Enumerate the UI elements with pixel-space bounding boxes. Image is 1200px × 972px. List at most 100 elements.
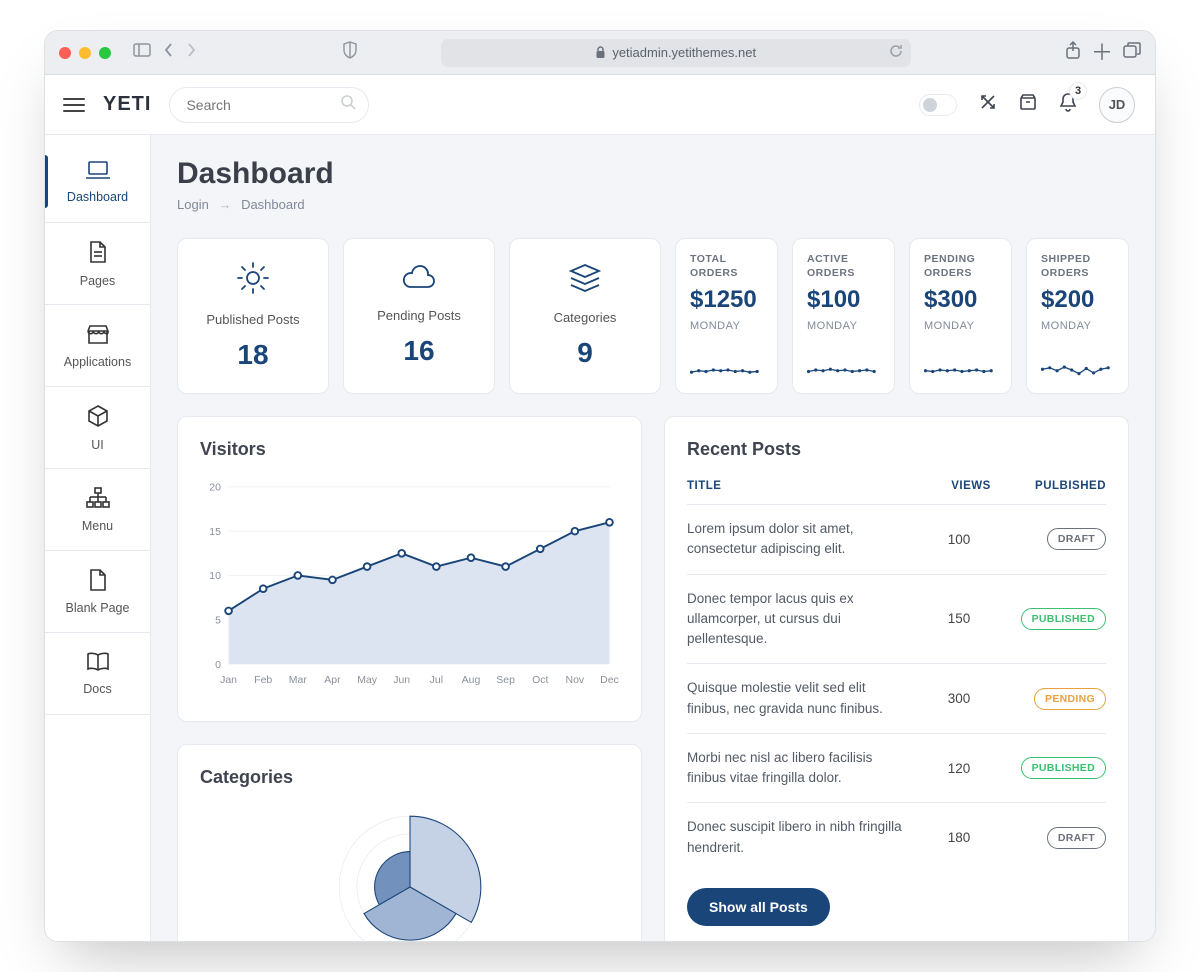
archive-icon[interactable] [1019, 93, 1037, 116]
notifications-count: 3 [1069, 82, 1087, 100]
stat-value: $100 [807, 286, 880, 314]
post-views: 180 [924, 830, 994, 845]
col-views: VIEWS [936, 480, 1006, 492]
stat-pending-orders[interactable]: PENDING ORDERS $300 MONDAY [909, 238, 1012, 394]
sidebar-item-blank-page[interactable]: Blank Page [45, 551, 150, 633]
visitors-chart: 05101520JanFebMarAprMayJunJulAugSepOctNo… [200, 474, 619, 694]
avatar[interactable]: JD [1099, 87, 1135, 123]
stat-label: TOTAL ORDERS [690, 253, 763, 280]
sidebar-item-label: Dashboard [67, 190, 128, 204]
sidebar-item-applications[interactable]: Applications [45, 305, 150, 387]
crumb-current: Dashboard [241, 197, 305, 212]
close-window-button[interactable] [59, 47, 71, 59]
theme-toggle[interactable] [919, 94, 957, 116]
stat-label: Pending Posts [377, 308, 461, 323]
table-row[interactable]: Donec tempor lacus quis ex ullamcorper, … [687, 574, 1106, 664]
svg-text:20: 20 [209, 483, 221, 494]
chevron-right-icon: → [218, 197, 231, 212]
stat-pending-posts[interactable]: Pending Posts 16 [343, 238, 495, 394]
svg-text:Aug: Aug [462, 675, 481, 686]
notifications-button[interactable]: 3 [1059, 92, 1077, 117]
stat-label: SHIPPED ORDERS [1041, 253, 1114, 280]
svg-text:Mar: Mar [289, 675, 308, 686]
sidebar-item-dashboard[interactable]: Dashboard [45, 141, 150, 223]
sidebar-item-label: UI [91, 438, 104, 452]
post-status: PENDING [1006, 688, 1106, 710]
stat-shipped-orders[interactable]: SHIPPED ORDERS $200 MONDAY [1026, 238, 1129, 394]
topbar-actions: 3 JD [919, 87, 1135, 123]
shield-icon[interactable] [342, 41, 358, 64]
stat-day: MONDAY [924, 320, 997, 332]
minimize-window-button[interactable] [79, 47, 91, 59]
stat-label: Categories [554, 310, 617, 325]
sidebar-item-pages[interactable]: Pages [45, 223, 150, 305]
fullscreen-icon[interactable] [979, 93, 997, 116]
panel-title: Visitors [200, 439, 619, 460]
sidebar-item-label: Applications [64, 355, 131, 369]
sidebar-item-label: Blank Page [66, 601, 130, 615]
stat-total-orders[interactable]: TOTAL ORDERS $1250 MONDAY [675, 238, 778, 394]
new-tab-icon[interactable]: ＋ [1091, 42, 1113, 64]
back-button[interactable] [163, 42, 175, 63]
stat-label: PENDING ORDERS [924, 253, 997, 280]
laptop-icon [85, 160, 111, 180]
hamburger-button[interactable] [63, 98, 85, 112]
refresh-icon[interactable] [889, 44, 903, 61]
svg-text:May: May [357, 675, 378, 686]
post-views: 120 [924, 761, 994, 776]
search-field[interactable] [169, 87, 369, 123]
browser-chrome: yetiadmin.yetithemes.net ＋ [45, 31, 1155, 75]
post-status: PUBLISHED [1006, 757, 1106, 779]
post-views: 150 [924, 611, 994, 626]
forward-button[interactable] [185, 42, 197, 63]
sidebar-item-menu[interactable]: Menu [45, 469, 150, 551]
share-icon[interactable] [1065, 41, 1081, 64]
stat-published-posts[interactable]: Published Posts 18 [177, 238, 329, 394]
page-header: Dashboard Login → Dashboard [177, 157, 1129, 212]
svg-text:Jan: Jan [220, 675, 237, 686]
sidebar-item-docs[interactable]: Docs [45, 633, 150, 715]
content: Dashboard Login → Dashboard Published P [151, 135, 1155, 941]
col-title: TITLE [687, 480, 936, 492]
table-row[interactable]: Donec suscipit libero in nibh fringilla … [687, 802, 1106, 872]
post-status: DRAFT [1006, 528, 1106, 550]
stat-value: $300 [924, 286, 997, 314]
post-title: Lorem ipsum dolor sit amet, consectetur … [687, 519, 912, 560]
crumb-login[interactable]: Login [177, 197, 209, 212]
columns: Visitors 05101520JanFebMarAprMayJunJulAu… [177, 416, 1129, 941]
sitemap-icon [86, 487, 110, 509]
svg-text:10: 10 [209, 571, 221, 582]
address-bar[interactable]: yetiadmin.yetithemes.net [441, 39, 911, 67]
svg-text:0: 0 [215, 660, 221, 671]
table-body: Lorem ipsum dolor sit amet, consectetur … [687, 504, 1106, 872]
post-views: 100 [924, 532, 994, 547]
post-status: DRAFT [1006, 827, 1106, 849]
maximize-window-button[interactable] [99, 47, 111, 59]
store-icon [86, 323, 110, 345]
stat-value: $200 [1041, 286, 1114, 314]
panel-title: Categories [200, 767, 619, 788]
table-row[interactable]: Quisque molestie velit sed elit finibus,… [687, 663, 1106, 733]
sidebar-item-ui[interactable]: UI [45, 387, 150, 469]
file-icon [89, 569, 107, 591]
svg-text:Apr: Apr [324, 675, 341, 686]
lock-icon [595, 46, 606, 59]
stat-value: 16 [403, 335, 434, 367]
stats-row: Published Posts 18 Pending Posts 16 [177, 238, 1129, 394]
sparkline [924, 357, 997, 383]
stat-day: MONDAY [690, 320, 763, 332]
stat-categories-count[interactable]: Categories 9 [509, 238, 661, 394]
stat-active-orders[interactable]: ACTIVE ORDERS $100 MONDAY [792, 238, 895, 394]
table-row[interactable]: Lorem ipsum dolor sit amet, consectetur … [687, 504, 1106, 574]
traffic-lights [59, 47, 111, 59]
brand: YETI [103, 93, 151, 116]
svg-text:5: 5 [215, 616, 221, 627]
col-right: Recent Posts TITLE VIEWS PULBISHED Lorem… [664, 416, 1129, 941]
categories-polar-chart [290, 802, 530, 941]
show-all-posts-button[interactable]: Show all Posts [687, 888, 830, 926]
post-views: 300 [924, 691, 994, 706]
visitors-panel: Visitors 05101520JanFebMarAprMayJunJulAu… [177, 416, 642, 722]
tabs-icon[interactable] [1123, 42, 1141, 63]
table-row[interactable]: Morbi nec nisl ac libero facilisis finib… [687, 733, 1106, 803]
sidebar-toggle-icon[interactable] [133, 43, 151, 62]
